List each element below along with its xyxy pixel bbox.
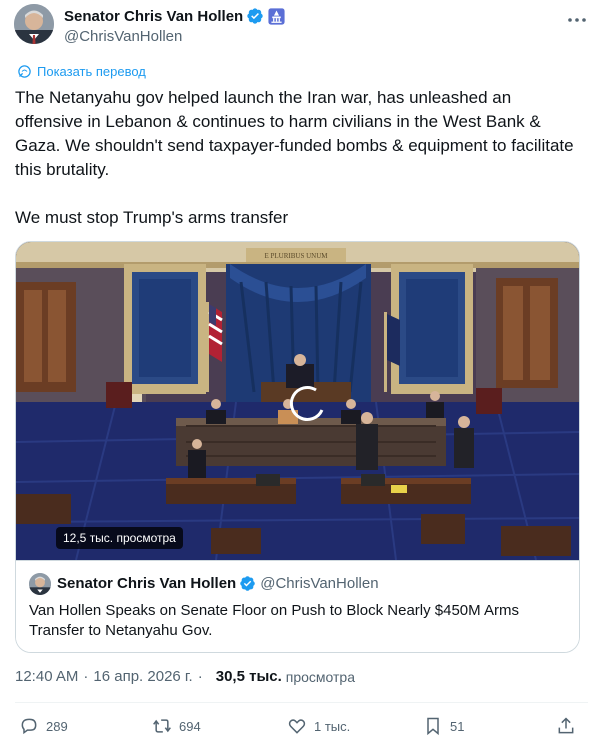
author-block: Senator Chris Van Hollen @ChrisVanHollen — [64, 6, 285, 45]
meta-separator: · — [197, 668, 203, 685]
bookmark-count: 51 — [450, 718, 465, 734]
tweet-time[interactable]: 12:40 AM — [15, 668, 78, 685]
quoted-author-avatar[interactable] — [29, 573, 51, 595]
media-card[interactable]: E PLURIBUS UNUM 12,5 тыс. просмотра Sena… — [15, 241, 580, 653]
tweet-header: Senator Chris Van Hollen @ChrisVanHollen — [14, 4, 589, 48]
author-name[interactable]: Senator Chris Van Hollen — [64, 8, 243, 25]
like-button[interactable]: 1 тыс. — [287, 716, 350, 736]
repost-icon — [153, 719, 171, 733]
tweet-text: The Netanyahu gov helped launch the Iran… — [15, 88, 574, 227]
quoted-author-name[interactable]: Senator Chris Van Hollen — [57, 575, 236, 592]
quoted-tweet[interactable]: Senator Chris Van Hollen @ChrisVanHollen… — [16, 560, 579, 652]
tweet-meta: 12:40 AM · 16 апр. 2026 г. · 30,5 тыс. п… — [15, 668, 355, 685]
tweet-date[interactable]: 16 апр. 2026 г. — [93, 668, 192, 685]
action-bar: 289 694 1 тыс. 51 — [15, 716, 588, 746]
like-icon — [288, 719, 306, 734]
like-count: 1 тыс. — [314, 718, 351, 734]
reply-icon — [21, 718, 37, 735]
reply-button[interactable]: 289 — [19, 716, 68, 736]
author-avatar[interactable] — [14, 4, 54, 44]
bookmark-icon — [427, 717, 439, 736]
motto-banner: E PLURIBUS UNUM — [264, 252, 328, 260]
meta-separator: · — [83, 668, 89, 685]
quoted-header: Senator Chris Van Hollen @ChrisVanHollen — [57, 575, 379, 592]
author-handle[interactable]: @ChrisVanHollen — [64, 28, 285, 45]
quoted-verified-badge-icon — [240, 576, 255, 591]
translate-link[interactable]: Показать перевод — [17, 64, 146, 79]
quoted-author-handle[interactable]: @ChrisVanHollen — [260, 575, 378, 592]
verified-badge-icon — [247, 8, 263, 24]
share-button[interactable] — [556, 716, 583, 736]
share-icon — [558, 717, 574, 734]
video-frame-senate-chamber: E PLURIBUS UNUM — [16, 242, 579, 560]
video-views-badge: 12,5 тыс. просмотра — [56, 527, 183, 549]
flag-badge-icon — [268, 7, 285, 25]
bookmark-button[interactable]: 51 — [423, 716, 464, 736]
reply-count: 289 — [46, 718, 68, 734]
repost-button[interactable]: 694 — [152, 716, 201, 736]
translate-label[interactable]: Показать перевод — [37, 64, 146, 79]
video-player[interactable]: E PLURIBUS UNUM 12,5 тыс. просмотра — [16, 242, 579, 560]
translate-icon — [18, 65, 31, 78]
views-count[interactable]: 30,5 тыс. — [216, 668, 282, 685]
views-label: просмотра — [285, 668, 356, 685]
divider — [15, 702, 588, 703]
more-icon[interactable] — [565, 8, 589, 32]
repost-count: 694 — [179, 718, 201, 734]
quoted-text: Van Hollen Speaks on Senate Floor on Pus… — [29, 602, 519, 639]
